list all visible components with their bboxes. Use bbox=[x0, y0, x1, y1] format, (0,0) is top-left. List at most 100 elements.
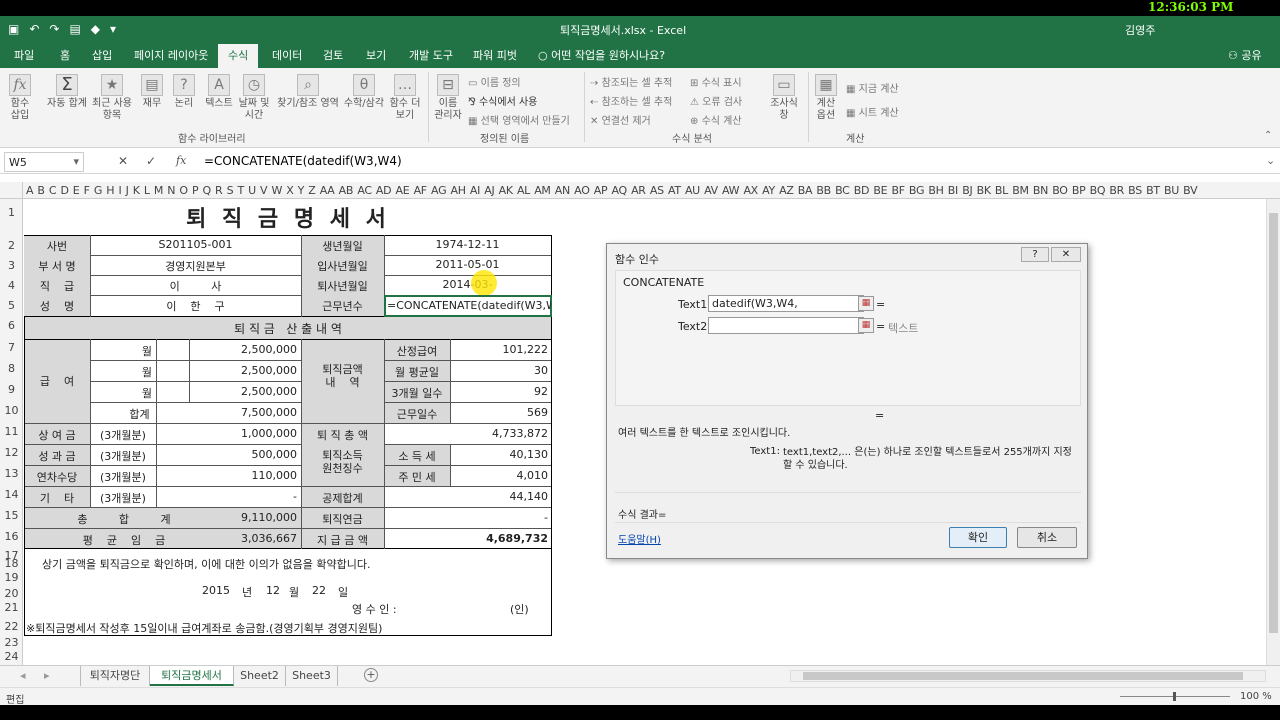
row-number[interactable]: 21 bbox=[0, 601, 23, 614]
row-number[interactable]: 6 bbox=[0, 319, 23, 332]
trace-prec-icon: ⇢ bbox=[590, 78, 602, 89]
math-button[interactable]: θ 수학/삼각 bbox=[342, 74, 386, 110]
row-number[interactable]: 12 bbox=[0, 446, 23, 459]
text1-range-picker-icon[interactable]: ▦ bbox=[858, 296, 874, 311]
sheet-tab-sheet3[interactable]: Sheet3 bbox=[286, 666, 338, 686]
row-number[interactable]: 2 bbox=[0, 239, 23, 252]
evaluate-formula-button[interactable]: ⊕ 수식 계산 bbox=[690, 112, 742, 127]
lookup-button[interactable]: ⌕ 찾기/참조 영역 bbox=[272, 74, 344, 110]
row-number[interactable]: 24 bbox=[0, 650, 23, 663]
vertical-scrollbar[interactable] bbox=[1266, 199, 1280, 665]
show-formulas-button[interactable]: ⊞ 수식 표시 bbox=[690, 74, 742, 89]
row-number[interactable]: 14 bbox=[0, 488, 23, 501]
scroll-thumb[interactable] bbox=[1269, 213, 1278, 633]
tab-power-pivot[interactable]: 파워 피벗 bbox=[473, 47, 517, 63]
row-number[interactable]: 23 bbox=[0, 636, 23, 649]
tab-file[interactable]: 파일 bbox=[14, 47, 34, 63]
row-number[interactable]: 18 bbox=[0, 557, 23, 570]
add-sheet-icon[interactable]: + bbox=[364, 668, 378, 682]
more-functions-button[interactable]: … 함수 더 보기 bbox=[388, 74, 422, 122]
expand-formula-icon[interactable]: ⌄ bbox=[1266, 154, 1275, 167]
watch-window-button[interactable]: ▭ 조사식 창 bbox=[766, 74, 802, 122]
value-leave-pay: 110,000 bbox=[251, 469, 298, 482]
financial-button[interactable]: ▤ 재무 bbox=[138, 74, 166, 110]
tell-me-box[interactable]: ○ 어떤 작업을 원하시나요? bbox=[538, 47, 665, 63]
help-link[interactable]: 도움말(H) bbox=[618, 531, 661, 546]
text1-input[interactable]: datedif(W3,W4, bbox=[708, 295, 864, 312]
row-number[interactable]: 4 bbox=[0, 279, 23, 292]
row-number[interactable]: 3 bbox=[0, 259, 23, 272]
sheet-tab-sheet2[interactable]: Sheet2 bbox=[234, 666, 286, 686]
row-number[interactable]: 1 bbox=[0, 206, 23, 219]
logical-button[interactable]: ? 논리 bbox=[170, 74, 198, 110]
row-number[interactable]: 15 bbox=[0, 509, 23, 522]
value-years-formula[interactable]: =CONCATENATE(datedif(W3,W4) bbox=[387, 299, 551, 312]
create-from-selection-button[interactable]: ▦ 선택 영역에서 만들기 bbox=[468, 112, 570, 127]
formula-input[interactable]: =CONCATENATE(datedif(W3,W4) bbox=[204, 154, 1264, 168]
row-number[interactable]: 9 bbox=[0, 383, 23, 396]
recent-used-button[interactable]: ★ 최근 사용 항목 bbox=[90, 74, 134, 122]
horizontal-scrollbar[interactable] bbox=[790, 670, 1266, 682]
text-button[interactable]: A 텍스트 bbox=[202, 74, 236, 110]
tab-formulas[interactable]: 수식 bbox=[218, 44, 259, 69]
dialog-help-icon[interactable]: ? bbox=[1021, 247, 1049, 262]
cancel-button[interactable]: 취소 bbox=[1017, 527, 1077, 548]
tab-page-layout[interactable]: 페이지 레이아웃 bbox=[134, 47, 208, 63]
row-number[interactable]: 8 bbox=[0, 362, 23, 375]
tab-view[interactable]: 보기 bbox=[366, 47, 386, 63]
share-button[interactable]: ⚇ 공유 bbox=[1228, 47, 1262, 63]
remove-arrows-button[interactable]: ✕ 연결선 제거 bbox=[590, 112, 651, 127]
tab-insert[interactable]: 삽입 bbox=[92, 47, 112, 63]
function-arguments-dialog: 함수 인수 ? ✕ CONCATENATE Text1 datedif(W3,W… bbox=[606, 243, 1088, 559]
zoom-thumb[interactable] bbox=[1173, 692, 1176, 701]
datetime-button[interactable]: ◷ 날짜 및 시간 bbox=[236, 74, 272, 122]
fx-icon[interactable]: fx bbox=[176, 154, 186, 167]
dialog-close-icon[interactable]: ✕ bbox=[1051, 247, 1081, 262]
sheet-tab-statement[interactable]: 퇴직금명세서 bbox=[150, 666, 234, 686]
text2-input[interactable] bbox=[708, 317, 864, 334]
text2-range-picker-icon[interactable]: ▦ bbox=[858, 318, 874, 333]
tab-developer[interactable]: 개발 도구 bbox=[409, 47, 453, 63]
insert-function-button[interactable]: fx 함수 삽입 bbox=[6, 74, 34, 122]
enter-formula-icon[interactable]: ✓ bbox=[146, 154, 156, 168]
tab-scroll-right-icon[interactable]: ▸ bbox=[44, 669, 50, 682]
ok-button[interactable]: 확인 bbox=[949, 527, 1007, 548]
trace-dep-icon: ⇠ bbox=[590, 97, 602, 108]
quick-access-toolbar[interactable]: ▣↶↷▤◆▾ bbox=[8, 22, 126, 36]
tab-data[interactable]: 데이터 bbox=[272, 47, 302, 63]
trace-dependents-button[interactable]: ⇠ 참조하는 셀 추적 bbox=[590, 93, 672, 108]
separator bbox=[808, 72, 809, 142]
autosum-button[interactable]: Σ 자동 합계 bbox=[42, 74, 92, 110]
row-number[interactable]: 22 bbox=[0, 620, 23, 633]
trace-precedents-button[interactable]: ⇢ 참조되는 셀 추적 bbox=[590, 74, 672, 89]
name-manager-button[interactable]: ⊟ 이름 관리자 bbox=[432, 74, 464, 122]
period-bonus: (3개월분) bbox=[100, 429, 146, 442]
row-number[interactable]: 11 bbox=[0, 425, 23, 438]
zoom-level[interactable]: 100 % bbox=[1240, 691, 1272, 702]
sheet-tab-retiree-list[interactable]: 퇴직자명단 bbox=[80, 666, 150, 686]
horizontal-scroll-thumb[interactable] bbox=[803, 672, 1243, 680]
use-in-formula-button[interactable]: ⅋ 수식에서 사용 bbox=[468, 93, 537, 108]
row-number[interactable]: 19 bbox=[0, 571, 23, 584]
row-number[interactable]: 20 bbox=[0, 587, 23, 600]
tab-scroll-left-icon[interactable]: ◂ bbox=[20, 669, 26, 682]
error-checking-button[interactable]: ⚠ 오류 검사 bbox=[690, 93, 742, 108]
tab-home[interactable]: 홈 bbox=[60, 47, 70, 63]
calc-options-button[interactable]: ▦ 계산 옵션 bbox=[812, 74, 840, 122]
column-header-letters[interactable]: A B C D E F G H I J K L M N O P Q R S T … bbox=[26, 184, 1198, 197]
tab-review[interactable]: 검토 bbox=[323, 47, 343, 63]
value-birth: 1974-12-11 bbox=[435, 238, 500, 251]
collapse-ribbon-icon[interactable]: ⌃ bbox=[1264, 130, 1272, 141]
row-number[interactable]: 13 bbox=[0, 467, 23, 480]
calc-sheet-button[interactable]: ▦ 시트 계산 bbox=[846, 104, 899, 119]
row-number[interactable]: 16 bbox=[0, 530, 23, 543]
row-number[interactable]: 7 bbox=[0, 341, 23, 354]
row-number[interactable]: 10 bbox=[0, 404, 23, 417]
select-all-corner[interactable] bbox=[0, 182, 23, 198]
row-number[interactable]: 5 bbox=[0, 299, 23, 312]
define-name-button[interactable]: ▭ 이름 정의 bbox=[468, 74, 521, 89]
cancel-formula-icon[interactable]: ✕ bbox=[118, 154, 128, 168]
calc-now-button[interactable]: ▦ 지금 계산 bbox=[846, 80, 899, 95]
user-name[interactable]: 김영주 bbox=[1125, 22, 1155, 38]
name-box[interactable]: W5 ▾ bbox=[4, 152, 84, 172]
